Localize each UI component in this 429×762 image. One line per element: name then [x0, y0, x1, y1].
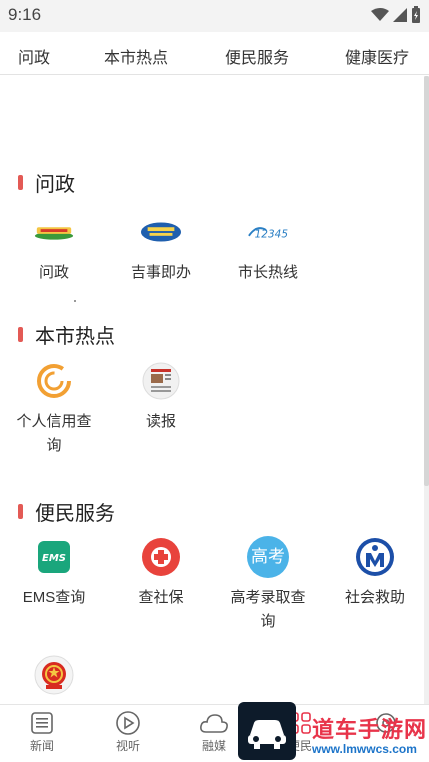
play-circle-icon: [98, 709, 158, 737]
service-gaokao-query[interactable]: 高考 高考录取查 询: [218, 536, 318, 634]
ems-icon: EMS: [33, 536, 75, 578]
national-emblem-icon: [33, 654, 75, 696]
tab-health[interactable]: 健康医疗: [345, 44, 409, 68]
service-ems-query[interactable]: EMS EMS查询: [4, 536, 104, 610]
social-security-icon: [140, 536, 182, 578]
status-icons: [371, 6, 421, 29]
tab-wenzheng[interactable]: 问政: [18, 44, 50, 68]
status-time: 9:16: [8, 5, 42, 24]
nav-media[interactable]: 视听: [98, 709, 158, 754]
svg-text:EMS: EMS: [42, 553, 66, 564]
watermark-text: 道车手游网: [312, 717, 428, 742]
service-wenzheng[interactable]: 问政: [4, 211, 104, 285]
nav-rongmei[interactable]: 融媒: [184, 709, 244, 754]
gaokao-icon: 高考: [247, 536, 289, 578]
svg-text:12345: 12345: [255, 229, 289, 241]
cloud-icon: [184, 709, 244, 737]
tab-public-services[interactable]: 便民服务: [225, 44, 289, 68]
category-tabs: 问政 本市热点 便民服务 健康医疗: [0, 32, 429, 75]
list-icon: [12, 709, 72, 737]
service-social-aid[interactable]: 社会救助: [325, 536, 424, 610]
tab-hot-topics[interactable]: 本市热点: [104, 44, 168, 68]
watermark-url: www.lmwwcs.com: [312, 742, 417, 756]
service-national-emblem[interactable]: [4, 654, 104, 704]
credit-c-icon: [33, 360, 75, 402]
section-title-public-services: 便民服务: [18, 497, 115, 526]
watermark-logo-icon: [238, 702, 296, 760]
section-accent-bar: [18, 175, 23, 190]
service-social-security[interactable]: 查社保: [111, 536, 211, 610]
service-content: 问政 问政 吉事即办 12345 市长热线 本市热点 个人信用查 询 读报 便民…: [0, 76, 424, 704]
section-title-hot-topics: 本市热点: [18, 320, 115, 349]
wenzheng-banner-icon: [33, 211, 75, 253]
scrollbar-thumb[interactable]: [424, 76, 429, 486]
status-bar: 9:16: [0, 0, 429, 32]
service-mayor-hotline[interactable]: 12345 市长热线: [218, 211, 318, 285]
stray-dot: [74, 300, 76, 302]
signal-icon: [393, 8, 407, 27]
service-newspaper[interactable]: 读报: [111, 360, 211, 434]
service-jishijiban[interactable]: 吉事即办: [111, 211, 211, 285]
hotline-12345-icon: 12345: [247, 211, 289, 253]
newspaper-icon: [140, 360, 182, 402]
jishijiban-oval-icon: [140, 211, 182, 253]
battery-icon: [411, 6, 421, 29]
section-title-wenzheng: 问政: [18, 168, 75, 197]
wifi-icon: [371, 8, 389, 27]
nav-news[interactable]: 新闻: [12, 709, 72, 754]
section-accent-bar: [18, 327, 23, 342]
social-aid-icon: [354, 536, 396, 578]
service-credit-query[interactable]: 个人信用查 询: [4, 360, 104, 458]
section-accent-bar: [18, 504, 23, 519]
